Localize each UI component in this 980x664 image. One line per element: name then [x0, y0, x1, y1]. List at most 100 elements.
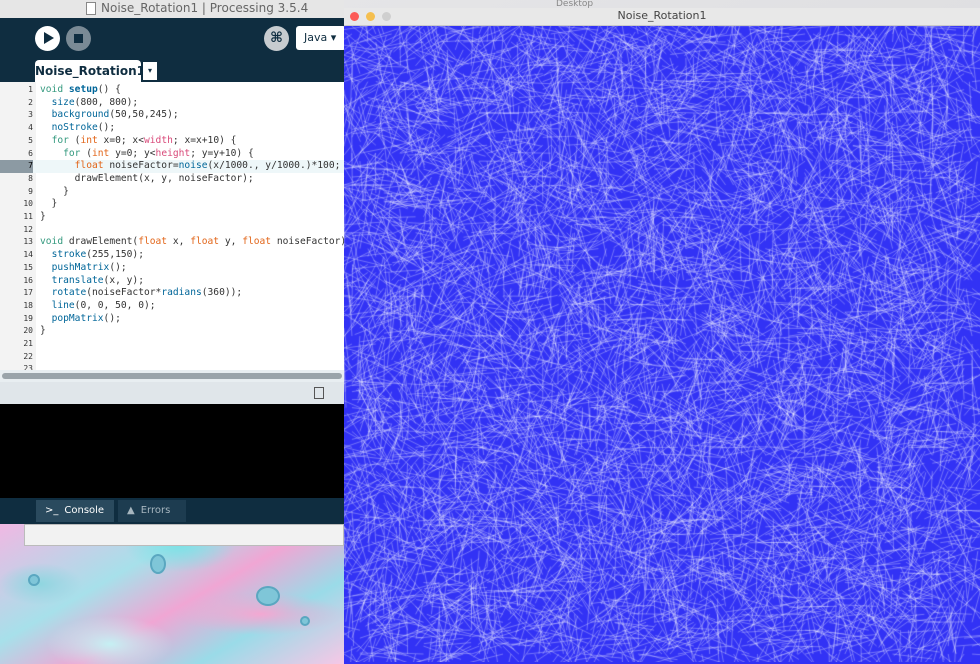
line-number: 20	[23, 326, 33, 336]
code-text: noStroke();	[51, 122, 116, 134]
code-line[interactable]: 21	[0, 338, 344, 351]
code-line[interactable]: 3 background(50,50,245);	[0, 109, 344, 122]
code-text: popMatrix();	[51, 312, 121, 324]
console-tabs: >_ Console ▲ Errors	[0, 498, 344, 524]
processing-ide-window: Noise_Rotation1 | Processing 3.5.4 ⌘ Jav…	[0, 0, 346, 524]
code-editor[interactable]: 1 void setup() {2 size(800, 800); 3 backgr…	[0, 82, 344, 370]
code-text: }	[40, 325, 46, 337]
code-line[interactable]: 4 noStroke();	[0, 122, 344, 135]
line-number: 11	[23, 212, 33, 221]
line-number: 9	[28, 186, 33, 196]
code-line[interactable]: 6 for (int y=0; y<height; y=y+10) {	[0, 148, 344, 161]
code-line[interactable]: 9 }	[0, 186, 344, 199]
debug-button[interactable]: ⌘	[264, 26, 289, 51]
line-number: 14	[23, 250, 33, 260]
line-number: 15	[23, 262, 33, 272]
code-text: for (int x=0; x<width; x=x+10) {	[51, 134, 237, 146]
code-line[interactable]: 19 popMatrix();	[0, 313, 344, 326]
line-number: 18	[23, 300, 33, 310]
editor-horizontal-scrollbar[interactable]	[0, 370, 344, 382]
line-number: 13	[23, 237, 33, 247]
line-number: 23	[23, 364, 33, 370]
code-text: line(0, 0, 50, 0);	[51, 299, 156, 311]
mode-select[interactable]: Java ▾	[296, 26, 346, 50]
line-number: 4	[28, 123, 33, 133]
code-text: void setup() {	[40, 84, 121, 95]
code-line[interactable]: 11}	[0, 211, 344, 224]
code-text: stroke(255,150);	[51, 249, 144, 261]
code-text: }	[40, 211, 46, 222]
console-output[interactable]	[0, 404, 344, 498]
line-number: 12	[23, 224, 33, 234]
tab-errors-label: Errors	[140, 505, 171, 516]
line-number: 16	[23, 275, 33, 285]
sketch-titlebar[interactable]: Noise_Rotation1	[344, 8, 980, 26]
code-line[interactable]: 2 size(800, 800);	[0, 97, 344, 110]
terminal-icon: >_	[45, 505, 59, 516]
code-text: translate(x, y);	[51, 274, 144, 286]
line-number: 19	[23, 313, 33, 323]
code-line[interactable]: 12	[0, 224, 344, 237]
sketch-window-title: Noise_Rotation1	[617, 9, 707, 22]
code-line[interactable]: 8 drawElement(x, y, noiseFactor);	[0, 173, 344, 186]
line-number: 10	[23, 199, 33, 209]
clipboard-icon[interactable]	[314, 387, 324, 399]
line-number: 22	[23, 351, 33, 361]
line-number: 21	[23, 339, 33, 348]
line-number: 7	[0, 160, 33, 173]
code-line[interactable]: 22	[0, 351, 344, 364]
warning-icon: ▲	[127, 505, 135, 516]
code-text: drawElement(x, y, noiseFactor);	[40, 172, 254, 184]
code-text: size(800, 800);	[51, 96, 139, 108]
code-line[interactable]: 13 void drawElement(float x, float y, flo…	[0, 236, 344, 249]
sketch-window: Noise_Rotation1	[344, 8, 980, 664]
code-line[interactable]: 16 translate(x, y);	[0, 275, 344, 288]
document-icon	[86, 2, 96, 15]
code-line[interactable]: 1 void setup() {	[0, 84, 344, 97]
code-text: void drawElement(float x, float y, float…	[40, 236, 344, 248]
ide-toolbar: ⌘ Java ▾	[0, 18, 346, 60]
tab-errors[interactable]: ▲ Errors	[118, 500, 186, 522]
line-number: 3	[28, 110, 33, 120]
line-number: 6	[28, 148, 33, 158]
tab-console-label: Console	[64, 505, 105, 516]
sketch-canvas[interactable]	[344, 26, 980, 662]
wallpaper-bubble	[150, 554, 166, 574]
code-text: }	[40, 198, 58, 210]
line-number: 2	[28, 97, 33, 107]
ide-window-title: Noise_Rotation1 | Processing 3.5.4	[101, 1, 309, 15]
code-text: rotate(noiseFactor*radians(360));	[51, 287, 243, 299]
wallpaper-bubble	[256, 586, 280, 606]
code-line[interactable]: 7 float noiseFactor=noise(x/1000., y/100…	[0, 160, 344, 173]
debug-icon: ⌘	[270, 30, 283, 46]
wallpaper-bubble	[300, 616, 310, 626]
code-line[interactable]: 23	[0, 363, 344, 370]
code-line[interactable]: 17 rotate(noiseFactor*radians(360));	[0, 287, 344, 300]
scrollbar-thumb[interactable]	[2, 373, 342, 379]
code-text: for (int y=0; y<height; y=y+10) {	[63, 147, 254, 159]
code-line[interactable]: 15 pushMatrix();	[0, 262, 344, 275]
code-line[interactable]: 14 stroke(255,150);	[0, 249, 344, 262]
tab-noise-rotation1[interactable]: Noise_Rotation1	[35, 60, 145, 82]
code-text: }	[40, 185, 69, 197]
sketch-tabbar: Noise_Rotation1 ▾	[0, 60, 344, 82]
run-button[interactable]	[35, 26, 60, 51]
stop-button[interactable]	[66, 26, 91, 51]
wallpaper-bubble	[28, 574, 40, 586]
console-divider[interactable]	[0, 382, 344, 404]
ide-titlebar[interactable]: Noise_Rotation1 | Processing 3.5.4	[0, 0, 344, 19]
line-number: 5	[28, 135, 33, 145]
tab-console[interactable]: >_ Console	[36, 500, 114, 522]
code-line[interactable]: 5 for (int x=0; x<width; x=x+10) {	[0, 135, 344, 148]
code-line[interactable]: 10 }	[0, 198, 344, 211]
background-window	[24, 524, 344, 546]
tab-menu-button[interactable]: ▾	[143, 62, 157, 80]
line-number: 8	[28, 173, 33, 183]
line-number: 1	[28, 85, 33, 94]
code-line[interactable]: 18 line(0, 0, 50, 0);	[0, 300, 344, 313]
code-line[interactable]: 20}	[0, 325, 344, 338]
desktop-label: Desktop	[556, 0, 594, 8]
code-text: pushMatrix();	[51, 261, 127, 273]
line-number: 17	[23, 288, 33, 298]
code-text: background(50,50,245);	[51, 109, 179, 121]
